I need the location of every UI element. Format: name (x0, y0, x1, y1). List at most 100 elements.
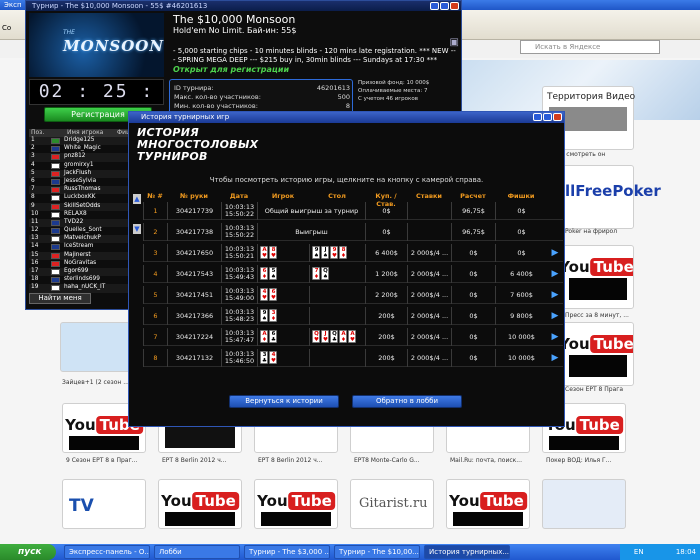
taskbar-item[interactable]: Турнир - The $10,00... (334, 545, 420, 559)
player-row[interactable]: 1 Dridge125 (29, 137, 133, 146)
calc-value: 96,75$ (451, 223, 495, 241)
tile-caption: Пресс за 8 минут, ... (565, 312, 629, 319)
taskbar: пуск Экспресс-панель - О... Лобби Турнир… (0, 544, 700, 560)
max-value: 500 (337, 93, 350, 101)
tile-youtube[interactable]: YouTube (446, 479, 530, 529)
playing-card: 4 ♥ (269, 351, 277, 364)
min-value: 8 (345, 102, 350, 110)
card-group: 7 ♦ Q ♠ (312, 267, 329, 280)
taskbar-item[interactable]: Турнир - The $3,000 ... (244, 545, 330, 559)
hand-date: 10:03:13 15:46:50 (221, 349, 257, 367)
tile-youtube[interactable]: YouTube (158, 479, 242, 529)
tile-youtube[interactable]: YouTube (562, 245, 634, 309)
history-row[interactable]: 1 304217739 10:03:13 15:50:22 Общий выигрыш … (143, 202, 563, 220)
flag-icon (51, 277, 60, 284)
scroll-down-button[interactable]: ▼ (133, 224, 141, 234)
history-row[interactable]: 2 304217738 10:03:13 15:50:22 Выигрыш 0$ 96,75… (143, 223, 563, 241)
player-row[interactable]: 19 haha_nUCK_IT (29, 284, 133, 293)
replay-camera-icon[interactable]: ▶ (549, 352, 561, 364)
time-value: 15:50:22 (224, 231, 255, 239)
hand-date: 10:03:13 15:48:23 (221, 307, 257, 325)
replay-camera-icon[interactable]: ▶ (549, 310, 561, 322)
close-button[interactable] (553, 113, 562, 121)
time-value: 15:49:00 (224, 294, 255, 302)
player-row[interactable]: 7 RussThomas (29, 186, 133, 195)
tile-thumbnail[interactable] (542, 479, 626, 529)
search-input[interactable]: Искать в Яндексе (520, 40, 660, 54)
history-row[interactable]: 4 304217543 10:03:13 15:49:43 6 ♦ 5 ♠ 7 ♦ Q ♠ 1 200$… (143, 265, 563, 283)
player-row[interactable]: 18 sterlinds699 (29, 276, 133, 284)
player-row[interactable]: 2 White_Magic (29, 145, 133, 153)
taskbar-item[interactable]: Лобби (154, 545, 240, 559)
time-value: 15:48:23 (224, 315, 255, 323)
player-row[interactable]: 10 RELAX8 (29, 211, 133, 219)
player-row[interactable]: 15 Majinerst (29, 251, 133, 260)
player-row[interactable]: 16 NoGravitas (29, 260, 133, 268)
chips-value: 9 800$ (495, 307, 547, 325)
camera-icon[interactable]: ▣ (450, 37, 459, 48)
scroll-up-button[interactable]: ▲ (133, 194, 141, 204)
player-row[interactable]: 9 SkillSetOdds (29, 202, 133, 211)
history-row[interactable]: 6 304217366 10:03:13 15:48:23 9 ♠ 3 ♦ 200$ 2 000$… (143, 307, 563, 325)
start-button[interactable]: пуск (0, 544, 56, 560)
stakes-value: 2 000$/4 ... (407, 244, 451, 262)
minimize-button[interactable] (430, 2, 439, 10)
player-name: NoGravitas (64, 259, 97, 266)
taskbar-item[interactable]: История турнирных... (424, 545, 510, 559)
tile-youtube[interactable]: YouTube (254, 479, 338, 529)
back-to-lobby-button[interactable]: Обратно в лобби (352, 395, 462, 408)
maximize-button[interactable] (543, 113, 552, 121)
player-name: IceStream (64, 243, 94, 250)
player-row[interactable]: 13 MatveichukP (29, 235, 133, 244)
playing-card: 9 ♠ (260, 309, 268, 322)
chips-value: 6 400$ (495, 265, 547, 283)
player-name: RELAX8 (64, 210, 87, 217)
id-label: ID турнира: (174, 84, 214, 92)
player-row[interactable]: 14 IceStream (29, 243, 133, 251)
player-row[interactable]: 11 TVD22 (29, 218, 133, 228)
playing-card: Q ♥ (312, 330, 320, 343)
time-value: 15:47:47 (224, 336, 255, 344)
replay-camera-icon[interactable]: ▶ (549, 331, 561, 343)
row-index: 8 (143, 349, 167, 367)
maximize-button[interactable] (440, 2, 449, 10)
hand-date: 10:03:13 15:49:43 (221, 265, 257, 283)
history-row[interactable]: 7 304217224 10:03:13 15:47:47 A ♦ 6 ♣ Q ♥ J ♥ Q ♣ A ♦ A ♥… (143, 328, 563, 346)
player-position: 17 (31, 268, 39, 274)
stakes-value: 2 000$/4 ... (407, 328, 451, 346)
player-row[interactable]: 4 gromirxy1 (29, 162, 133, 170)
stakes-value: 2 000$/4 ... (407, 286, 451, 304)
back-to-history-button[interactable]: Вернуться к истории (229, 395, 339, 408)
player-row[interactable]: 12 Quelles_Sont (29, 227, 133, 235)
player-row[interactable]: 3 pnz812 (29, 153, 133, 162)
id-value: 46201613 (316, 84, 350, 92)
player-name: Egor699 (64, 268, 89, 274)
replay-camera-icon[interactable]: ▶ (549, 289, 561, 301)
replay-camera-icon[interactable]: ▶ (549, 247, 561, 259)
replay-camera-icon[interactable]: ▶ (549, 268, 561, 280)
find-me-button[interactable]: Найти меня (29, 293, 91, 304)
history-row[interactable]: 5 304217451 10:03:13 15:49:00 4 ♥ 6 ♥ 2 200$ 2 00… (143, 286, 563, 304)
player-position: 8 (31, 194, 35, 201)
player-cards: Выигрыш (257, 223, 365, 241)
player-position: 6 (31, 177, 35, 184)
flag-icon (51, 195, 60, 202)
language-indicator[interactable]: EN (634, 548, 644, 556)
history-row[interactable]: 8 304217132 10:03:13 15:46:50 3 ♣ 4 ♥ 200$ 2 000$… (143, 349, 563, 367)
close-button[interactable] (450, 2, 459, 10)
tile-tvsib[interactable]: TV (62, 479, 146, 529)
browser-menu[interactable]: Со (2, 24, 11, 32)
player-row[interactable]: 17 Egor699 (29, 268, 133, 277)
taskbar-item[interactable]: Экспресс-панель - О... (64, 545, 150, 559)
player-row[interactable]: 6 JesseSylvia (29, 178, 133, 186)
tile-gitarist[interactable]: Gitarist.ru (350, 479, 434, 529)
history-row[interactable]: 3 304217650 10:03:13 15:50:21 A ♥ 8 ♥ 9 ♠ J ♠ 9 ♥ 8 ♦ 6 … (143, 244, 563, 262)
player-row[interactable]: 8 LuckboxKK (29, 194, 133, 202)
player-row[interactable]: 5 JackFlush (29, 169, 133, 178)
player-name: LuckboxKK (64, 194, 96, 201)
table-cards (309, 349, 365, 367)
tile-thumbnail[interactable] (60, 322, 130, 372)
table-cards (309, 307, 365, 325)
tile-youtube[interactable]: YouTube (562, 322, 634, 386)
minimize-button[interactable] (533, 113, 542, 121)
